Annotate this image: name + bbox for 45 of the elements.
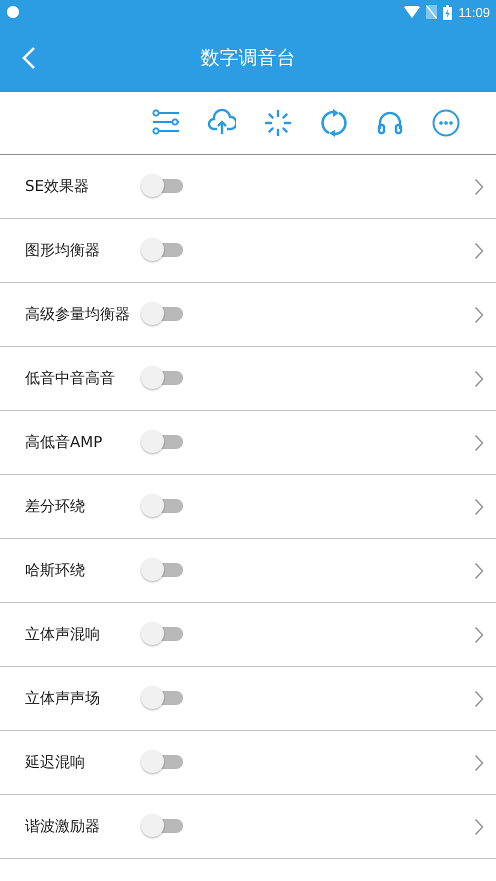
toggle-switch[interactable] [141, 174, 183, 199]
chevron-right-icon[interactable] [474, 178, 484, 196]
effect-label: 哈斯环绕 [25, 561, 86, 580]
effect-label: 立体声混响 [25, 625, 101, 644]
chevron-right-icon[interactable] [474, 242, 484, 260]
chevron-right-icon[interactable] [474, 818, 484, 836]
battery-charging-icon [443, 4, 452, 20]
effect-label: 谐波激励器 [25, 817, 101, 836]
effect-label: 高低音AMP [25, 433, 104, 452]
no-sim-icon [426, 5, 438, 19]
chevron-right-icon[interactable] [474, 690, 484, 708]
toggle-switch[interactable] [141, 622, 183, 647]
chevron-right-icon[interactable] [474, 754, 484, 772]
toggle-switch[interactable] [141, 814, 183, 839]
toggle-switch[interactable] [141, 494, 183, 519]
chevron-right-icon[interactable] [474, 370, 484, 388]
chevron-right-icon[interactable] [474, 306, 484, 324]
toggle-switch[interactable] [141, 302, 183, 327]
screen-title: 数字调音台 [200, 46, 296, 71]
chevron-right-icon[interactable] [474, 626, 484, 644]
toggle-switch[interactable] [141, 366, 183, 391]
notification-dot-icon [6, 5, 20, 19]
status-time: 11:09 [458, 4, 490, 20]
effect-label: SE效果器 [25, 177, 90, 196]
effect-label: 低音中音高音 [25, 369, 116, 388]
cloud-upload-icon[interactable] [208, 109, 236, 137]
toggle-switch[interactable] [141, 558, 183, 583]
refresh-icon[interactable] [320, 109, 348, 137]
effect-label: 差分环绕 [25, 497, 86, 516]
toggle-switch[interactable] [141, 686, 183, 711]
chevron-right-icon[interactable] [474, 562, 484, 580]
effect-label: 延迟混响 [25, 753, 86, 772]
chevron-right-icon[interactable] [474, 498, 484, 516]
toggle-switch[interactable] [141, 750, 183, 775]
headphones-icon[interactable] [376, 109, 404, 137]
effect-label: 图形均衡器 [25, 241, 101, 260]
toggle-switch[interactable] [141, 238, 183, 263]
toggle-switch[interactable] [141, 430, 183, 455]
effect-label: 高级参量均衡器 [25, 305, 131, 324]
chevron-right-icon[interactable] [474, 434, 484, 452]
effect-label: 立体声声场 [25, 689, 101, 708]
wifi-icon [404, 6, 420, 18]
more-icon[interactable] [432, 109, 460, 137]
sliders-icon[interactable] [152, 109, 180, 137]
loading-spinner-icon[interactable] [264, 109, 292, 137]
